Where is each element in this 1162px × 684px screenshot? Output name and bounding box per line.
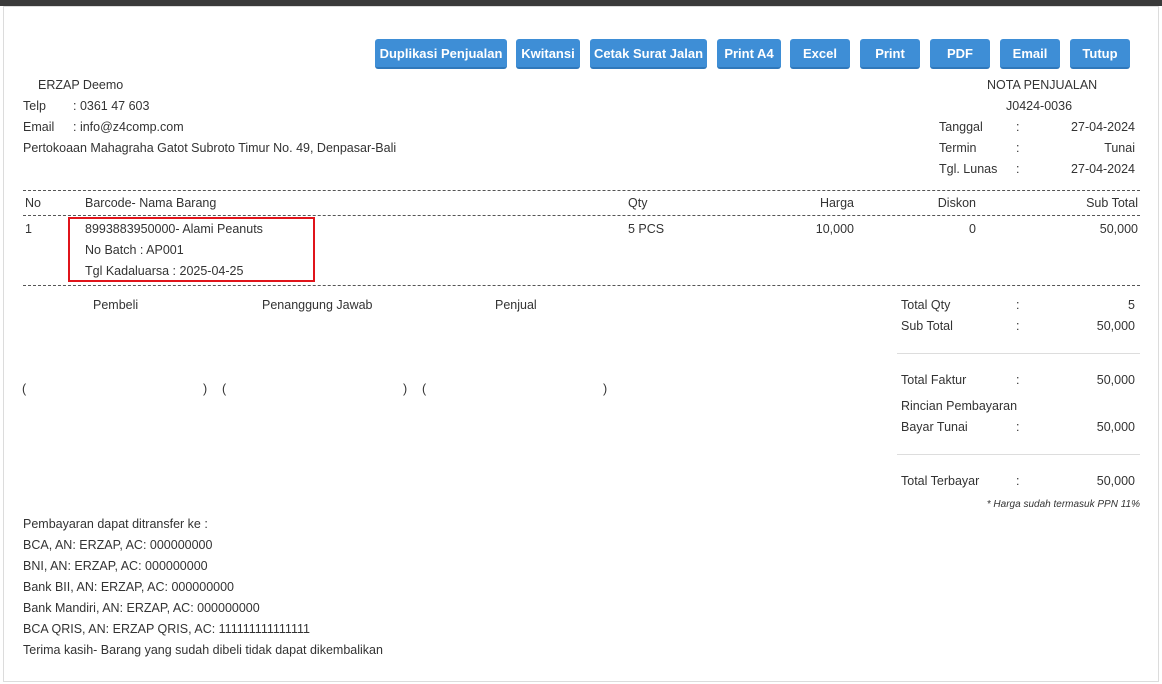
total-qty-label: Total Qty <box>901 298 951 312</box>
pdf-button[interactable]: PDF <box>930 39 990 69</box>
terms-colon: : <box>1016 141 1020 155</box>
col-header-no: No <box>25 196 41 210</box>
paid-date-label: Tgl. Lunas <box>939 162 998 176</box>
total-paid-colon: : <box>1016 474 1020 488</box>
col-header-discount: Diskon <box>937 196 976 210</box>
receipt-button[interactable]: Kwitansi <box>516 39 580 69</box>
bank-account-line: Bank BII, AN: ERZAP, AC: 000000000 <box>23 580 235 594</box>
terms-label: Termin <box>939 141 977 155</box>
signature-responsible-label: Penanggung Jawab <box>262 298 373 312</box>
bank-account-line: BCA, AN: ERZAP, AC: 000000000 <box>23 538 213 552</box>
company-address: Pertokoaan Mahagraha Gatot Subroto Timur… <box>23 141 397 155</box>
total-paid-value: 50,000 <box>1096 474 1135 488</box>
col-header-price: Harga <box>819 196 854 210</box>
payment-details-label: Rincian Pembayaran <box>901 399 1018 413</box>
phone-label: Telp <box>23 99 46 113</box>
paid-date-value: 27-04-2024 <box>1071 162 1135 176</box>
company-name: ERZAP Deemo <box>38 78 124 92</box>
sub-total-value: 50,000 <box>1096 319 1135 333</box>
col-header-item: Barcode- Nama Barang <box>85 196 217 210</box>
signature-bracket-open-3: ( <box>422 382 427 396</box>
invoice-number: J0424-0036 <box>1006 99 1073 113</box>
print-a4-button[interactable]: Print A4 <box>717 39 781 69</box>
row-price: 10,000 <box>815 222 854 236</box>
document-title: NOTA PENJUALAN <box>987 78 1098 92</box>
date-colon: : <box>1016 120 1020 134</box>
phone-value: : 0361 47 603 <box>73 99 150 113</box>
cash-payment-label: Bayar Tunai <box>901 420 968 434</box>
email-button[interactable]: Email <box>1000 39 1060 69</box>
print-button[interactable]: Print <box>860 39 920 69</box>
bank-account-line: BNI, AN: ERZAP, AC: 000000000 <box>23 559 208 573</box>
table-top-divider <box>23 190 1140 191</box>
col-header-qty: Qty <box>628 196 648 210</box>
terms-value: Tunai <box>1104 141 1135 155</box>
total-qty-value: 5 <box>1128 298 1135 312</box>
date-label: Tanggal <box>939 120 983 134</box>
invoice-total-label: Total Faktur <box>901 373 967 387</box>
signature-bracket-close-1: ) <box>203 382 208 396</box>
cash-payment-colon: : <box>1016 420 1020 434</box>
row-no: 1 <box>25 222 32 236</box>
tax-note: * Harga sudah termasuk PPN 11% <box>986 499 1140 510</box>
email-label: Email <box>23 120 55 134</box>
sub-total-colon: : <box>1016 319 1020 333</box>
total-qty-colon: : <box>1016 298 1020 312</box>
invoice-total-colon: : <box>1016 373 1020 387</box>
bank-account-line: BCA QRIS, AN: ERZAP QRIS, AC: 1111111111… <box>23 622 310 636</box>
item-highlight-box <box>68 217 315 282</box>
table-header-divider <box>23 215 1140 216</box>
invoice-total-value: 50,000 <box>1096 373 1135 387</box>
transfer-intro: Pembayaran dapat ditransfer ke : <box>23 517 208 531</box>
duplicate-sale-button[interactable]: Duplikasi Penjualan <box>375 39 507 69</box>
col-header-subtotal: Sub Total <box>1086 196 1138 210</box>
close-button[interactable]: Tutup <box>1070 39 1130 69</box>
bank-account-line: Bank Mandiri, AN: ERZAP, AC: 000000000 <box>23 601 260 615</box>
row-discount: 0 <box>969 222 976 236</box>
signature-bracket-open-1: ( <box>22 382 27 396</box>
row-qty: 5 PCS <box>628 222 665 236</box>
signature-bracket-close-3: ) <box>603 382 608 396</box>
row-subtotal: 50,000 <box>1099 222 1138 236</box>
thank-you-note: Terima kasih- Barang yang sudah dibeli t… <box>23 643 383 657</box>
total-paid-label: Total Terbayar <box>901 474 980 488</box>
summary-divider-2 <box>897 454 1140 455</box>
summary-divider <box>897 353 1140 354</box>
signature-bracket-open-2: ( <box>222 382 227 396</box>
signature-bracket-close-2: ) <box>403 382 408 396</box>
email-value: : info@z4comp.com <box>73 120 184 134</box>
sub-total-label: Sub Total <box>901 319 953 333</box>
date-value: 27-04-2024 <box>1071 120 1135 134</box>
cash-payment-value: 50,000 <box>1096 420 1135 434</box>
excel-button[interactable]: Excel <box>790 39 850 69</box>
paid-date-colon: : <box>1016 162 1020 176</box>
signature-seller-label: Penjual <box>495 298 537 312</box>
table-bottom-divider <box>23 285 1140 286</box>
print-delivery-note-button[interactable]: Cetak Surat Jalan <box>590 39 707 69</box>
signature-buyer-label: Pembeli <box>93 298 139 312</box>
